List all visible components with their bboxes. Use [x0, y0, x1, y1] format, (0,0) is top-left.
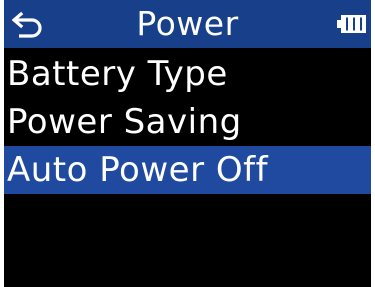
menu-item-label: Power Saving: [7, 102, 242, 142]
menu-item-label: Auto Power Off: [7, 150, 269, 190]
menu-item-power-saving[interactable]: Power Saving: [4, 98, 371, 146]
menu-item-auto-power-off[interactable]: Auto Power Off: [4, 146, 371, 194]
battery-icon: [337, 14, 367, 34]
title-bar: Power: [4, 0, 371, 48]
device-screen: Power Battery Type Power Saving Auto Pow…: [4, 0, 371, 287]
power-menu: Battery Type Power Saving Auto Power Off: [4, 50, 371, 194]
menu-item-label: Battery Type: [7, 54, 228, 94]
back-icon[interactable]: [12, 9, 44, 39]
page-title: Power: [136, 4, 239, 43]
menu-item-battery-type[interactable]: Battery Type: [4, 50, 371, 98]
